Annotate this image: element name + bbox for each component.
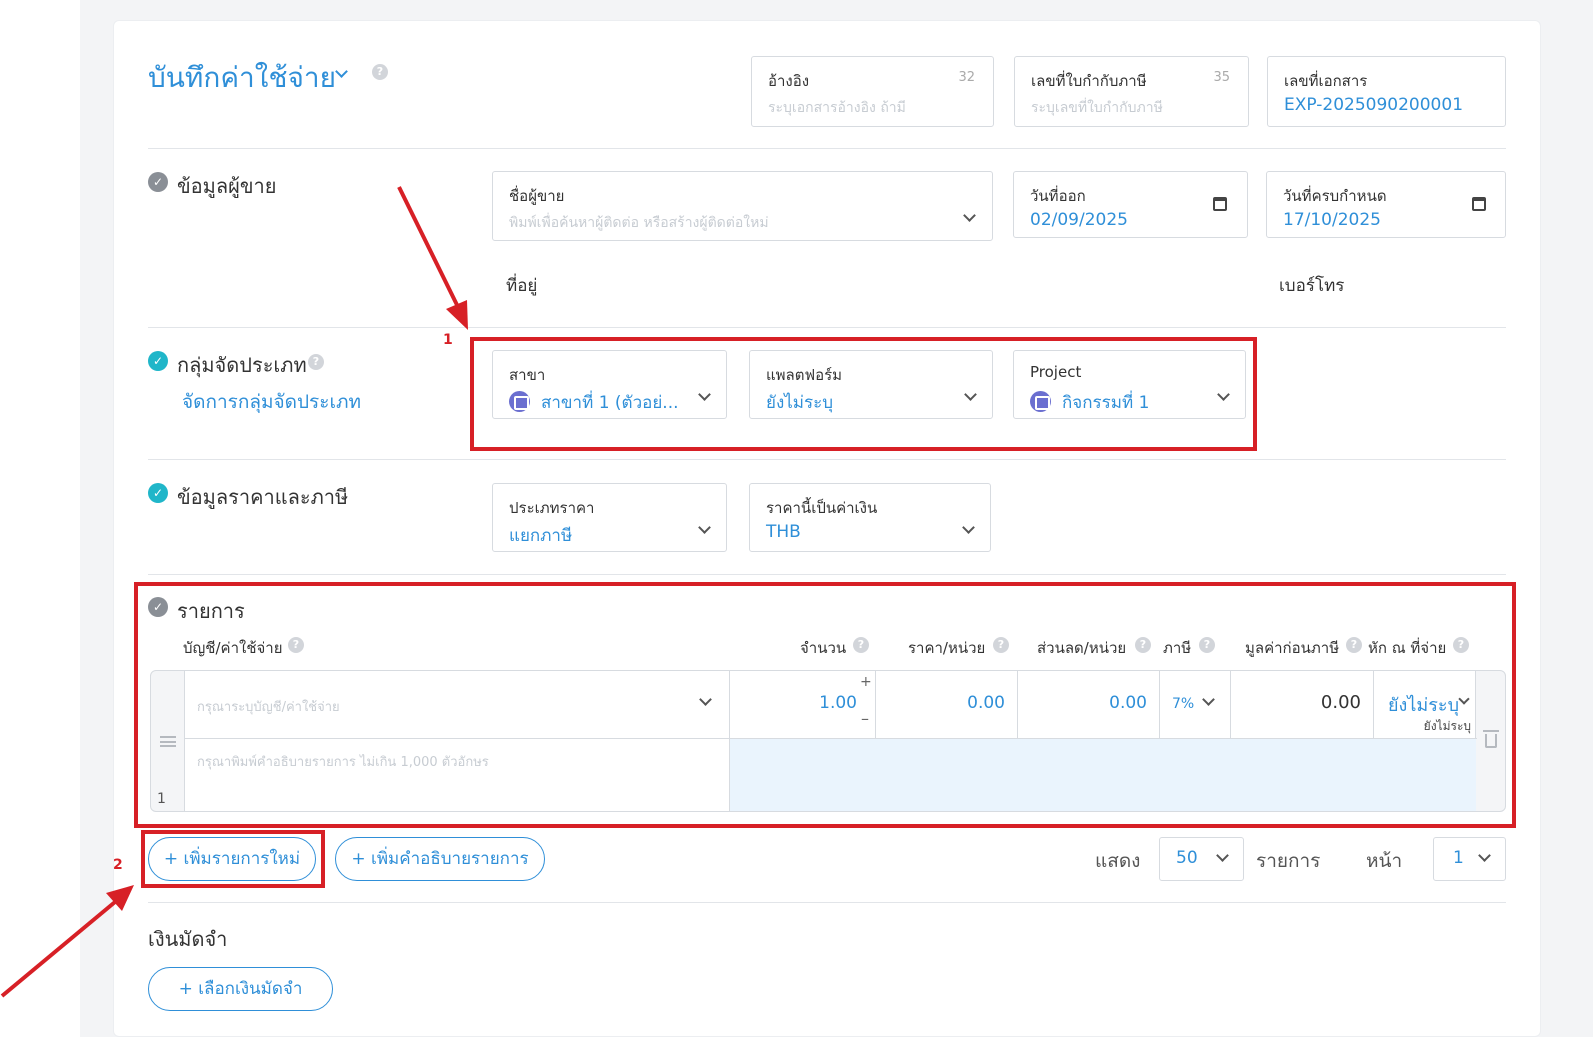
annotation-arrow-1	[397, 186, 468, 330]
annotation-arrows	[0, 186, 468, 998]
annotation-arrow-2	[0, 885, 134, 998]
